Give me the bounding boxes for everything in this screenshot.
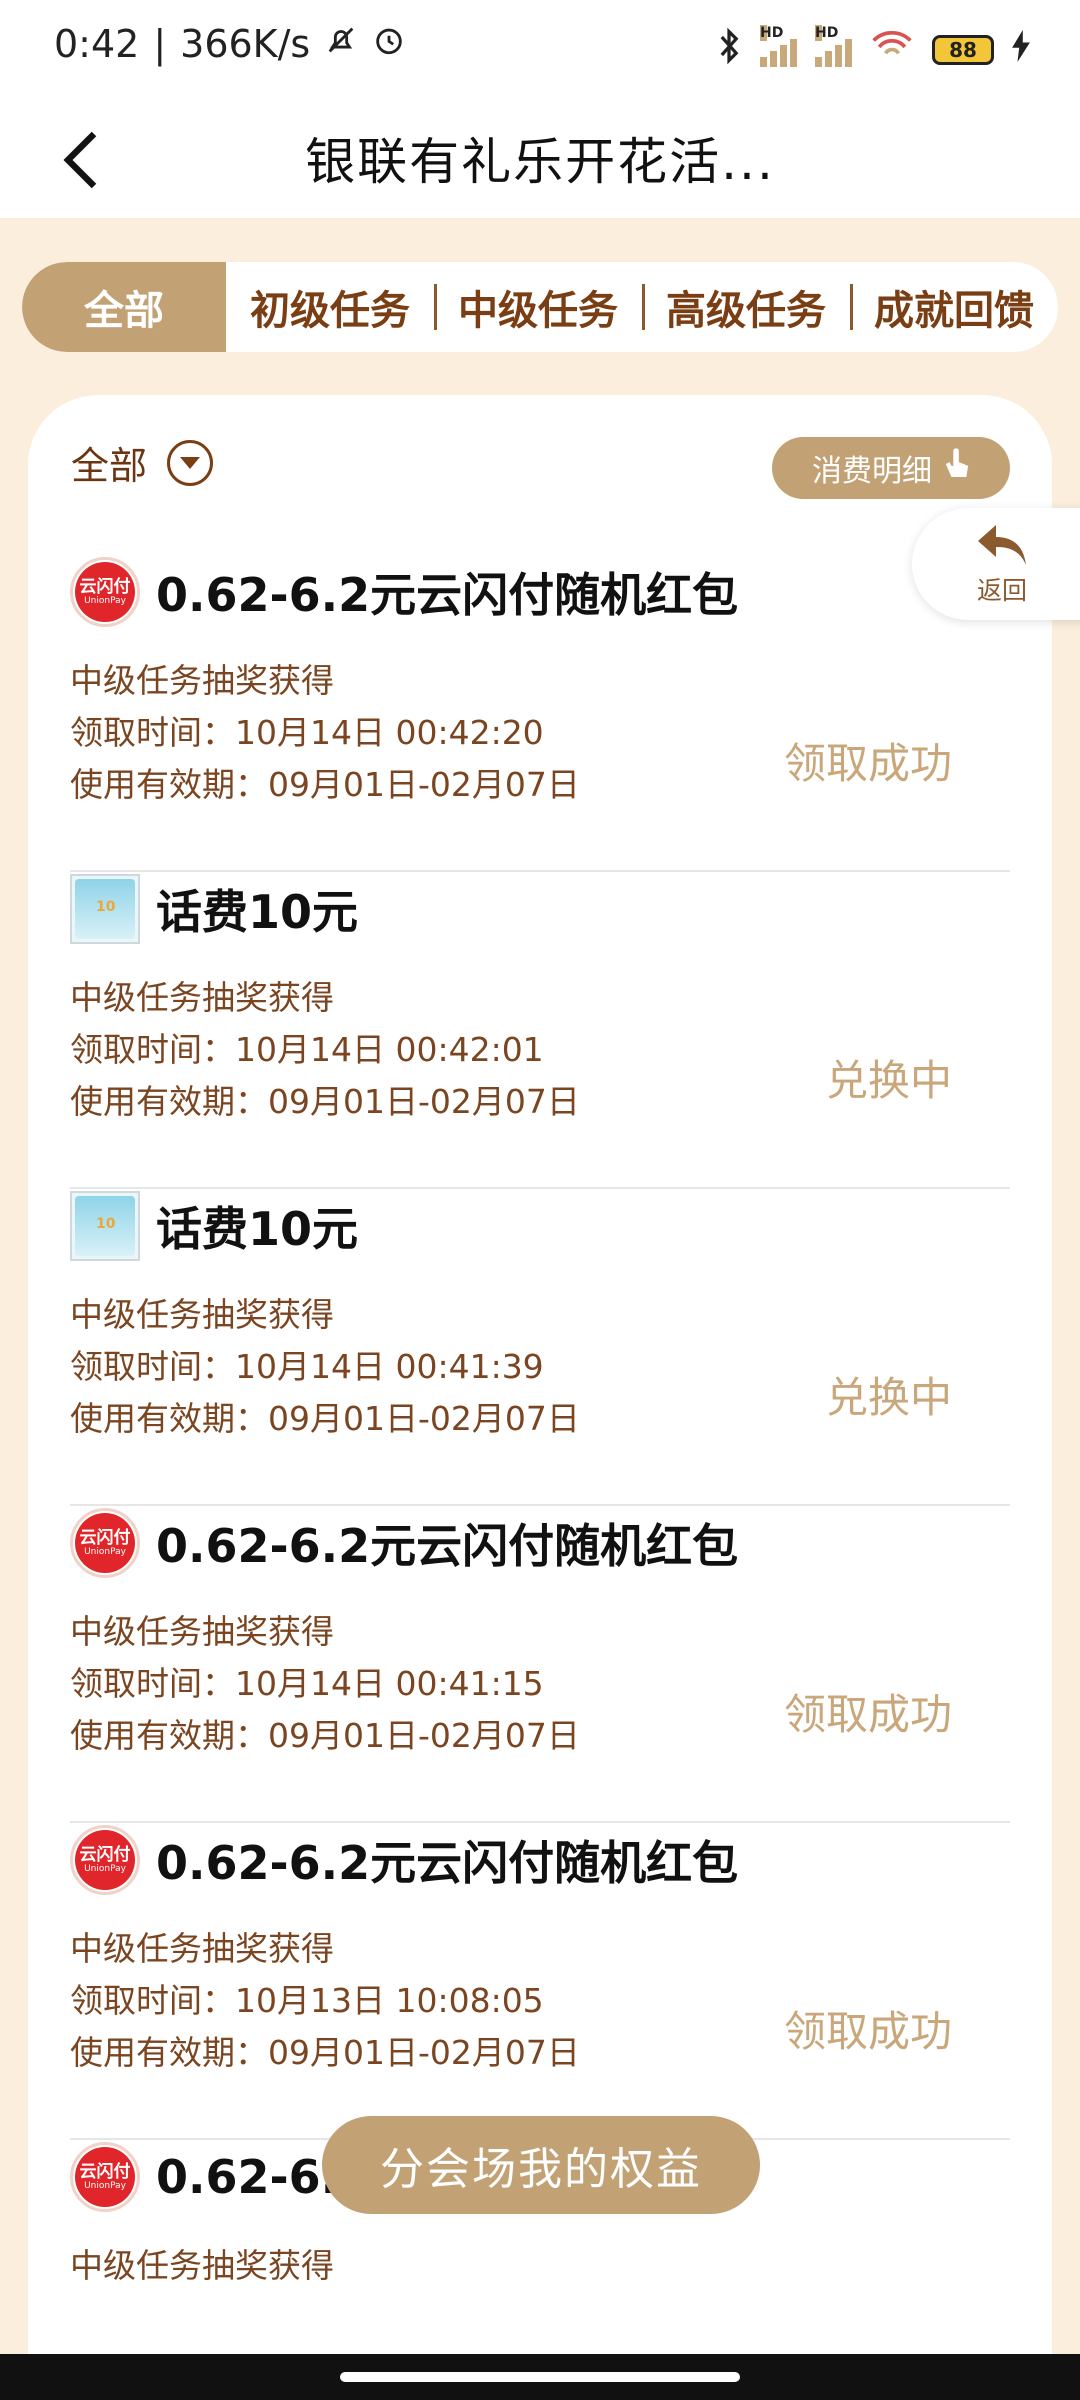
wifi-icon: [870, 29, 914, 71]
bluetooth-icon: [716, 27, 742, 72]
list-item: 云闪付 UnionPay 0.62-6.2元云闪付随机红包 中级任务抽奖获得 领取…: [70, 1823, 1010, 2140]
item-claim-time: 领取时间：10月14日 00:41:15: [70, 1664, 544, 1703]
unionpay-logo-icon: 云闪付 UnionPay: [70, 1508, 140, 1578]
tab-intermediate[interactable]: 中级任务: [434, 262, 642, 352]
item-title: 0.62-6.2元云闪付随机红包: [156, 568, 739, 622]
item-source: 中级任务抽奖获得: [70, 1612, 334, 1651]
status-divider: |: [153, 22, 167, 66]
app-root: 0:42 | 366K/s HD HD 88 银联有礼乐开花活... 全部 初级…: [0, 0, 1080, 2400]
list-item: 云闪付 UnionPay 0.62-6.2元云闪付随机红包 中级任务抽奖获得 领取…: [70, 1506, 1010, 1823]
return-button[interactable]: 返回: [912, 508, 1080, 620]
reply-arrow-icon: [978, 525, 1026, 565]
tab-advanced[interactable]: 高级任务: [642, 262, 850, 352]
item-status: 兑换中: [825, 1056, 952, 1105]
item-header: 话费10元: [70, 872, 358, 946]
status-speed: 366K/s: [180, 22, 311, 66]
item-title: 0.62-6.2元云闪付随机红包: [156, 1519, 739, 1573]
item-details: 中级任务抽奖获得 领取时间：10月14日 00:41:39 使用有效期：09月0…: [70, 1289, 580, 1445]
item-details: 中级任务抽奖获得 领取时间：10月14日 00:41:15 使用有效期：09月0…: [70, 1606, 580, 1762]
item-validity: 使用有效期：09月01日-02月07日: [70, 1716, 580, 1755]
item-source: 中级任务抽奖获得: [70, 1295, 334, 1334]
chevron-left-icon: [63, 131, 97, 189]
item-source: 中级任务抽奖获得: [70, 2246, 334, 2285]
tab-all[interactable]: 全部: [22, 262, 226, 352]
status-right: HD HD 88: [716, 25, 1030, 72]
item-source: 中级任务抽奖获得: [70, 1929, 334, 1968]
item-validity: 使用有效期：09月01日-02月07日: [70, 1082, 580, 1121]
signal-2-icon: HD: [815, 25, 852, 67]
item-status: 领取成功: [783, 1690, 952, 1739]
item-details: 中级任务抽奖获得 领取时间：10月13日 10:08:05 使用有效期：09月0…: [70, 1923, 580, 2079]
item-claim-time: 领取时间：10月14日 00:42:20: [70, 713, 544, 752]
my-benefits-button[interactable]: 分会场我的权益: [322, 2116, 760, 2214]
status-bar: 0:42 | 366K/s HD HD 88: [0, 0, 1080, 100]
item-details: 中级任务抽奖获得 领取时间：10月14日 00:42:01 使用有效期：09月0…: [70, 972, 580, 1128]
gesture-bar: [0, 2354, 1080, 2400]
spend-detail-button[interactable]: 消费明细: [772, 437, 1010, 499]
back-button[interactable]: [40, 120, 120, 200]
signal-1-icon: HD: [760, 25, 797, 67]
list-item: 话费10元 中级任务抽奖获得 领取时间：10月14日 00:42:01 使用有效…: [70, 872, 1010, 1189]
task-tabs: 全部 初级任务 中级任务 高级任务 成就回馈: [22, 262, 1058, 352]
home-indicator[interactable]: [340, 2372, 740, 2382]
item-header: 云闪付 UnionPay 0.62-6.2元云闪付随机红包: [70, 1506, 738, 1580]
page-title: 银联有礼乐开花活...: [305, 133, 775, 191]
item-validity: 使用有效期：09月01日-02月07日: [70, 1399, 580, 1438]
spend-detail-label: 消费明细: [812, 454, 932, 489]
caret-down-icon: [167, 439, 214, 486]
unionpay-logo-icon: 云闪付 UnionPay: [70, 1825, 140, 1895]
item-status: 兑换中: [825, 1373, 952, 1422]
tab-beginner[interactable]: 初级任务: [226, 262, 434, 352]
item-title: 话费10元: [156, 885, 359, 939]
charging-icon: [1012, 30, 1030, 70]
nav-bar: 银联有礼乐开花活...: [0, 100, 1080, 218]
tab-achievement[interactable]: 成就回馈: [850, 262, 1058, 352]
item-status: 领取成功: [783, 739, 952, 788]
tap-hand-icon: [944, 447, 970, 489]
filter-label: 全部: [71, 444, 148, 488]
item-validity: 使用有效期：09月01日-02月07日: [70, 2033, 580, 2072]
item-claim-time: 领取时间：10月14日 00:42:01: [70, 1030, 544, 1069]
unionpay-logo-icon: 云闪付 UnionPay: [70, 2142, 140, 2212]
status-time: 0:42: [54, 22, 140, 66]
rewards-card: 全部 消费明细 云闪付 UnionPay 0.62-6.2元云闪付随机红包 中级…: [28, 395, 1052, 2400]
item-status: 领取成功: [783, 2007, 952, 2056]
unionpay-logo-icon: 云闪付 UnionPay: [70, 557, 140, 627]
return-label: 返回: [976, 576, 1027, 605]
item-claim-time: 领取时间：10月13日 10:08:05: [70, 1981, 544, 2020]
item-validity: 使用有效期：09月01日-02月07日: [70, 765, 580, 804]
item-title: 话费10元: [156, 1202, 359, 1256]
item-details: 中级任务抽奖获得: [70, 2240, 334, 2292]
item-header: 话费10元: [70, 1189, 358, 1263]
battery-icon: 88: [932, 35, 994, 65]
item-title: 0.62-6.2元云闪付随机红包: [156, 1836, 739, 1890]
alarm-icon: [372, 22, 406, 66]
bell-muted-icon: [324, 22, 358, 66]
phone-credit-icon: [70, 874, 140, 944]
status-left: 0:42 | 366K/s: [54, 22, 406, 66]
filter-dropdown[interactable]: 全部: [71, 435, 214, 490]
item-source: 中级任务抽奖获得: [70, 661, 334, 700]
list-item: 云闪付 UnionPay 0.62-6.2元云闪付随机红包 中级任务抽奖获得 领取…: [70, 555, 1010, 872]
list-item: 话费10元 中级任务抽奖获得 领取时间：10月14日 00:41:39 使用有效…: [70, 1189, 1010, 1506]
phone-credit-icon: [70, 1191, 140, 1261]
item-source: 中级任务抽奖获得: [70, 978, 334, 1017]
item-claim-time: 领取时间：10月14日 00:41:39: [70, 1347, 544, 1386]
item-header: 云闪付 UnionPay 0.62-6.2元云闪付随机红包: [70, 1823, 738, 1897]
item-header: 云闪付 UnionPay 0.62-6.2元云闪付随机红包: [70, 555, 738, 629]
item-details: 中级任务抽奖获得 领取时间：10月14日 00:42:20 使用有效期：09月0…: [70, 655, 580, 811]
